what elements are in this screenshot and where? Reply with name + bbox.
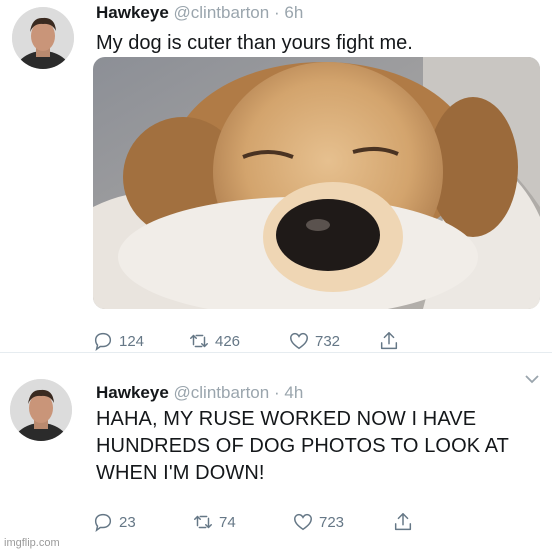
- watermark: imgflip.com: [4, 537, 60, 549]
- tweet-header: Hawkeye @clintbarton · 6h: [96, 3, 303, 23]
- timestamp[interactable]: 6h: [284, 3, 303, 22]
- share-button[interactable]: [378, 330, 400, 352]
- share-icon: [380, 332, 398, 350]
- like-icon: [294, 513, 312, 531]
- username[interactable]: @clintbarton: [174, 383, 270, 402]
- dog-photo[interactable]: [93, 57, 540, 309]
- tweet[interactable]: Hawkeye @clintbarton · 4h HAHA, MY RUSE …: [0, 358, 552, 553]
- reply-icon: [94, 513, 112, 533]
- avatar[interactable]: [10, 379, 72, 441]
- like-button[interactable]: 732: [288, 330, 378, 352]
- share-icon: [394, 513, 412, 531]
- like-count: 723: [319, 513, 345, 531]
- retweet-button[interactable]: 74: [192, 511, 292, 533]
- username[interactable]: @clintbarton: [174, 3, 270, 22]
- display-name[interactable]: Hawkeye: [96, 383, 169, 402]
- chevron-down-icon[interactable]: [524, 374, 540, 384]
- retweet-icon: [194, 515, 212, 529]
- retweet-count: 426: [215, 332, 241, 350]
- tweet-divider: [0, 352, 552, 353]
- reply-count: 23: [119, 513, 136, 531]
- like-button[interactable]: 723: [292, 511, 392, 533]
- reply-button[interactable]: 124: [92, 330, 188, 352]
- reply-button[interactable]: 23: [92, 511, 192, 533]
- tweet-text: HAHA, MY RUSE WORKED NOW I HAVE HUNDREDS…: [96, 408, 509, 484]
- retweet-button[interactable]: 426: [188, 330, 288, 352]
- tweet-text: My dog is cuter than yours fight me.: [96, 32, 413, 54]
- tweet-header: Hawkeye @clintbarton · 4h: [96, 383, 303, 403]
- retweet-count: 74: [219, 513, 236, 531]
- separator-dot: ·: [273, 383, 280, 402]
- display-name[interactable]: Hawkeye: [96, 3, 169, 22]
- separator-dot: ·: [273, 3, 280, 22]
- avatar[interactable]: [12, 7, 74, 69]
- reply-icon: [94, 332, 112, 352]
- tweet-actions: 23 74 723: [92, 511, 414, 533]
- share-button[interactable]: [392, 511, 414, 533]
- timestamp[interactable]: 4h: [284, 383, 303, 402]
- tweet-actions: 124 426 732: [92, 330, 400, 352]
- like-icon: [290, 332, 308, 350]
- like-count: 732: [315, 332, 341, 350]
- retweet-icon: [190, 334, 208, 348]
- tweet[interactable]: Hawkeye @clintbarton · 6h My dog is cute…: [0, 0, 552, 352]
- reply-count: 124: [119, 332, 145, 350]
